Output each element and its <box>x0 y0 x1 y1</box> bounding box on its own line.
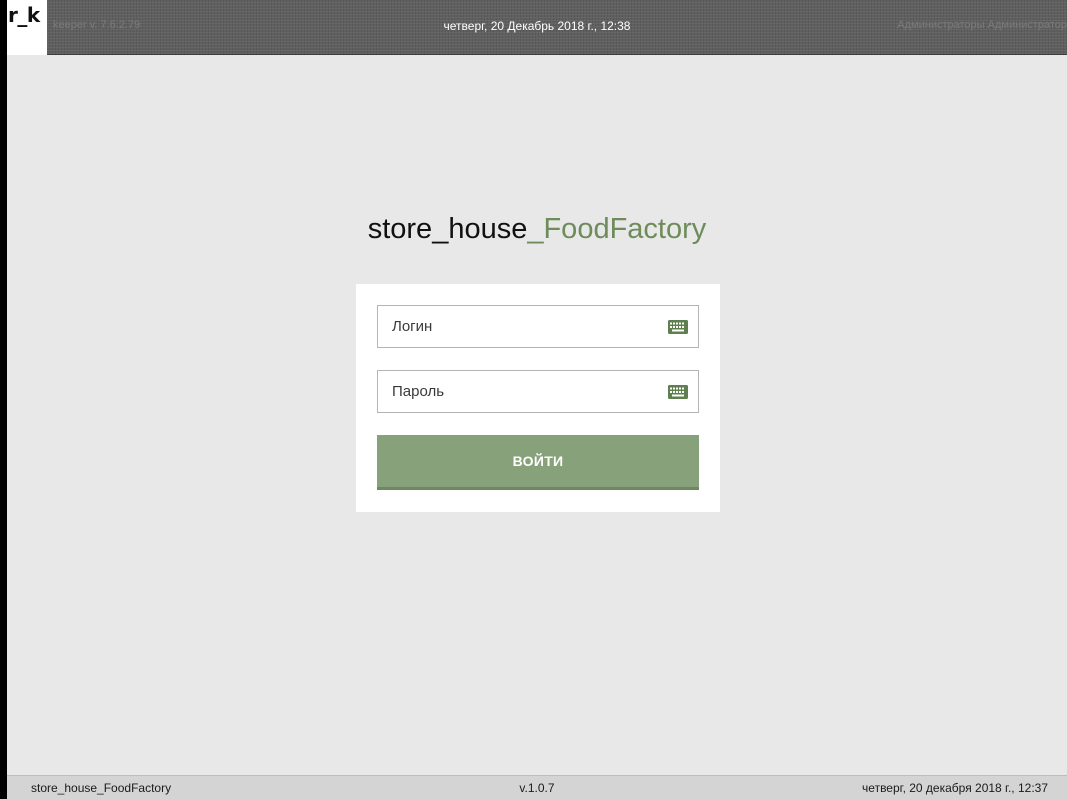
current-user: Администраторы Администратор <box>897 19 1067 31</box>
status-datetime: четверг, 20 декабря 2018 г., 12:37 <box>862 781 1048 795</box>
app-window: r_k keeper v. 7.6.2.79 четверг, 20 Декаб… <box>7 0 1067 799</box>
keyboard-icon[interactable] <box>668 320 688 334</box>
password-input[interactable] <box>378 371 658 412</box>
title-main: store_house <box>367 213 528 245</box>
page-title: store_house_FoodFactory <box>7 213 1067 246</box>
status-bar: store_house_FoodFactory v.1.0.7 четверг,… <box>7 775 1067 799</box>
login-field[interactable] <box>377 305 699 348</box>
login-form: ВОЙТИ <box>356 284 720 512</box>
login-button[interactable]: ВОЙТИ <box>377 435 699 490</box>
password-field[interactable] <box>377 370 699 413</box>
title-accent: _FoodFactory <box>527 213 707 245</box>
top-bar: r_k keeper v. 7.6.2.79 четверг, 20 Декаб… <box>7 0 1067 55</box>
keyboard-icon[interactable] <box>668 385 688 399</box>
login-input[interactable] <box>378 306 658 347</box>
